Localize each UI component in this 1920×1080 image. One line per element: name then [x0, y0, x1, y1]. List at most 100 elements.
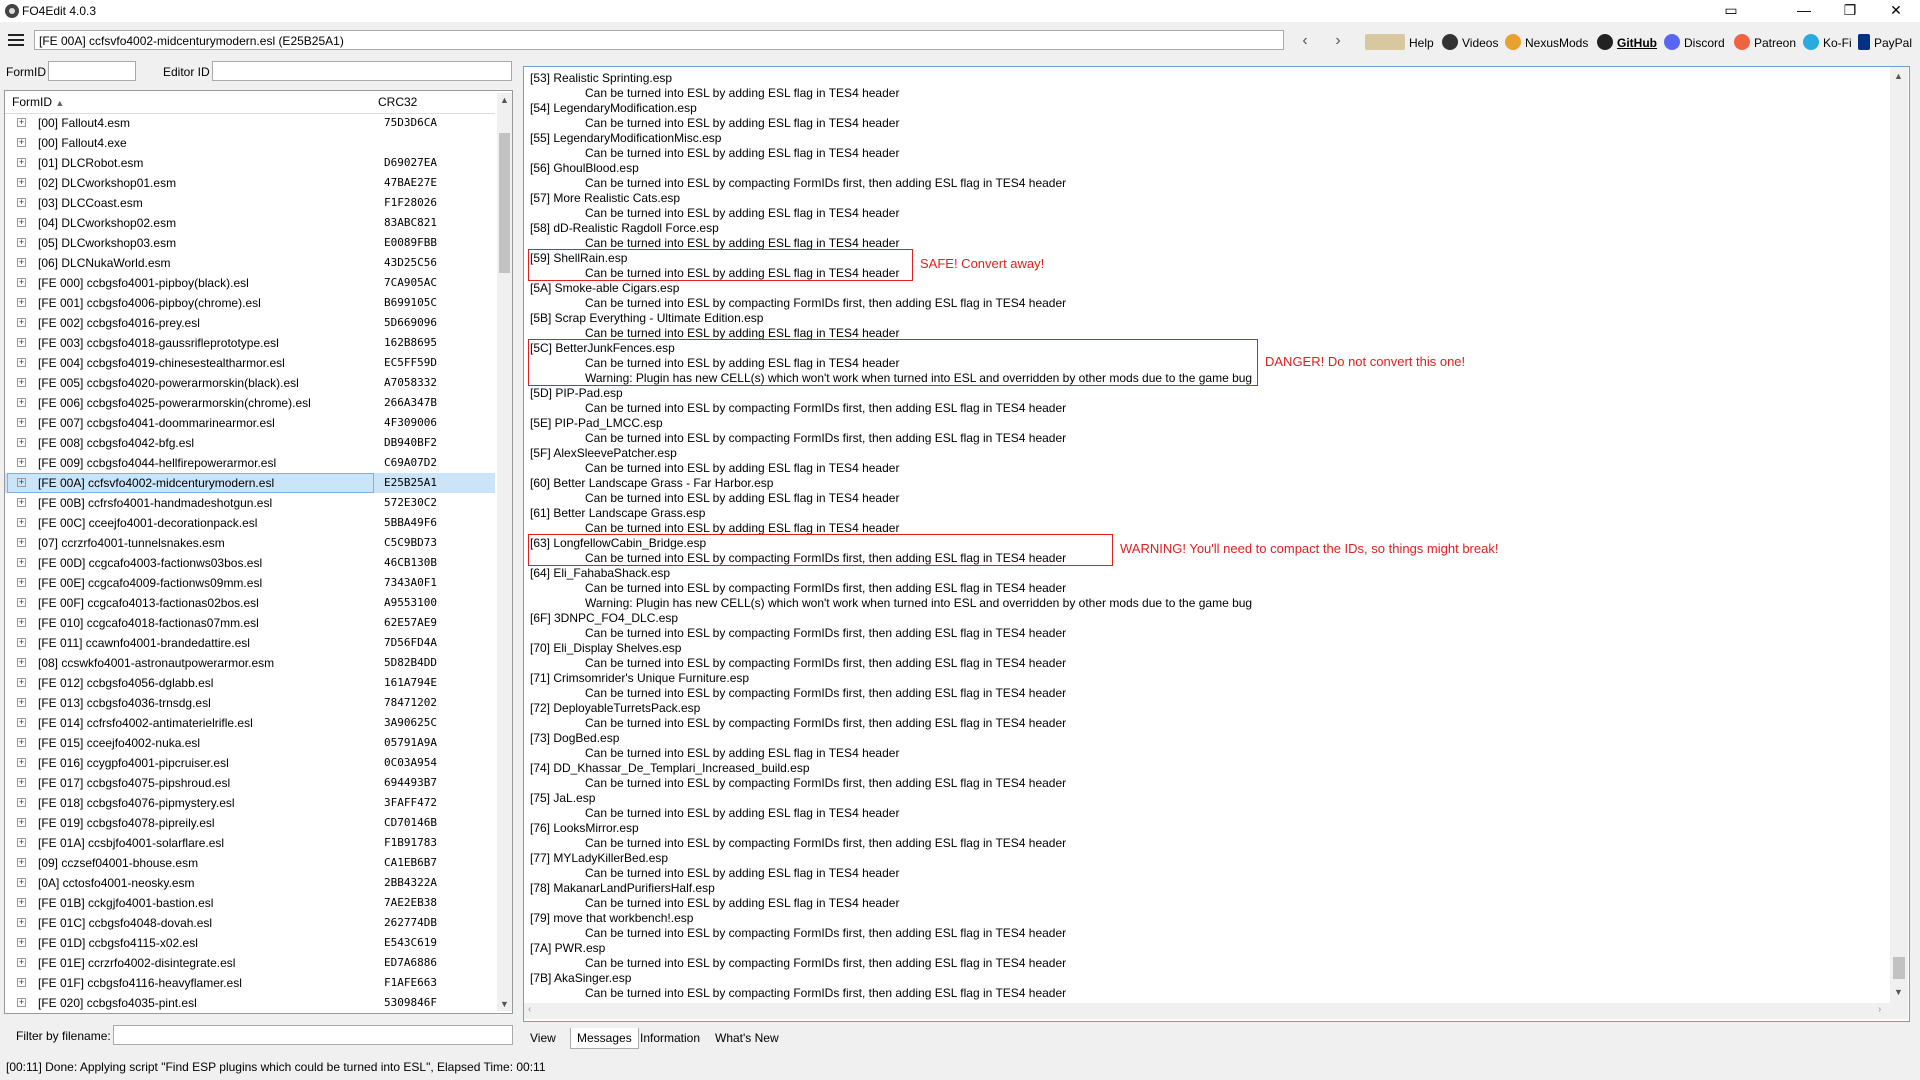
tree-row[interactable]: + [FE 001] ccbgsfo4006-pipboy(chrome).esl…	[5, 293, 495, 313]
expand-icon[interactable]: +	[17, 678, 26, 687]
expand-icon[interactable]: +	[17, 658, 26, 667]
tree-row[interactable]: + [FE 003] ccbgsfo4018-gaussrifleprototyp…	[5, 333, 495, 353]
expand-icon[interactable]: +	[17, 498, 26, 507]
scroll-right-icon[interactable]: ›	[1878, 1004, 1881, 1015]
patreon-link[interactable]: Patreon	[1734, 34, 1796, 52]
forward-arrow-icon[interactable]: ›	[1326, 30, 1350, 52]
tree-row[interactable]: + [FE 010] ccgcafo4018-factionas07mm.esl 6…	[5, 613, 495, 633]
tree-row[interactable]: + [0A] cctosfo4001-neosky.esm 2BB4322A	[5, 873, 495, 893]
paypal-link[interactable]: PayPal	[1858, 34, 1912, 52]
tree-row[interactable]: + [06] DLCNukaWorld.esm 43D25C56	[5, 253, 495, 273]
tree-row[interactable]: + [FE 011] ccawnfo4001-brandedattire.esl 7…	[5, 633, 495, 653]
tree-row[interactable]: + [FE 020] ccbgsfo4035-pint.esl 5309846F	[5, 993, 495, 1013]
messages-panel[interactable]: [53] Realistic Sprinting.esp Can be turne…	[523, 66, 1910, 1022]
tree-row[interactable]: + [FE 009] ccbgsfo4044-hellfirepowerarmor…	[5, 453, 495, 473]
expand-icon[interactable]: +	[17, 238, 26, 247]
tree-row[interactable]: + [04] DLCworkshop02.esm 83ABC821	[5, 213, 495, 233]
tree-row[interactable]: + [FE 005] ccbgsfo4020-powerarmorskin(bla…	[5, 373, 495, 393]
expand-icon[interactable]: +	[17, 358, 26, 367]
tree-row[interactable]: + [02] DLCworkshop01.esm 47BAE27E	[5, 173, 495, 193]
scroll-up-icon[interactable]: ▲	[500, 95, 509, 105]
expand-icon[interactable]: +	[17, 758, 26, 767]
formid-column-header[interactable]: FormID ▲	[12, 95, 64, 109]
tree-row[interactable]: + [FE 00F] ccgcafo4013-factionas02bos.esl…	[5, 593, 495, 613]
tree-row[interactable]: + [FE 017] ccbgsfo4075-pipshroud.esl 69449…	[5, 773, 495, 793]
expand-icon[interactable]: +	[17, 698, 26, 707]
editorid-input[interactable]	[212, 61, 512, 81]
filename-filter-input[interactable]	[113, 1025, 513, 1045]
expand-icon[interactable]: +	[17, 878, 26, 887]
tree-row[interactable]: + [FE 00B] ccfrsfo4001-handmadeshotgun.es…	[5, 493, 495, 513]
record-path-field[interactable]: [FE 00A] ccfsvfo4002-midcenturymodern.es…	[34, 30, 1284, 50]
scroll-down-icon[interactable]: ▼	[1894, 987, 1903, 997]
scroll-left-icon[interactable]: ‹	[528, 1004, 531, 1015]
tree-row[interactable]: + [00] Fallout4.esm 75D3D6CA	[5, 113, 495, 133]
tree-row[interactable]: + [05] DLCworkshop03.esm E0089FBB	[5, 233, 495, 253]
messages-scrollbar[interactable]: ▲ ▼	[1890, 67, 1908, 1019]
github-link[interactable]: GitHub	[1597, 34, 1657, 52]
tab-whats-new[interactable]: What's New	[709, 1028, 785, 1048]
tree-row[interactable]: + [FE 012] ccbgsfo4056-dglabb.esl 161A794E	[5, 673, 495, 693]
tree-row[interactable]: + [09] cczsef04001-bhouse.esm CA1EB6B7	[5, 853, 495, 873]
expand-icon[interactable]: +	[17, 798, 26, 807]
expand-icon[interactable]: +	[17, 638, 26, 647]
expand-icon[interactable]: +	[17, 978, 26, 987]
expand-icon[interactable]: +	[17, 318, 26, 327]
expand-icon[interactable]: +	[17, 138, 26, 147]
tree-row[interactable]: + [FE 016] ccygpfo4001-pipcruiser.esl 0C03…	[5, 753, 495, 773]
messages-scroll-thumb[interactable]	[1893, 957, 1905, 979]
expand-icon[interactable]: +	[17, 778, 26, 787]
minimize-button[interactable]: —	[1781, 0, 1827, 22]
expand-icon[interactable]: +	[17, 858, 26, 867]
expand-icon[interactable]: +	[17, 958, 26, 967]
tree-row[interactable]: + [07] ccrzrfo4001-tunnelsnakes.esm C5C9BD…	[5, 533, 495, 553]
expand-icon[interactable]: +	[17, 218, 26, 227]
expand-icon[interactable]: +	[17, 598, 26, 607]
expand-icon[interactable]: +	[17, 158, 26, 167]
tree-row[interactable]: + [01] DLCRobot.esm D69027EA	[5, 153, 495, 173]
restore-layout-icon[interactable]: ▭	[1708, 0, 1754, 22]
tree-row[interactable]: + [FE 00A] ccfsvfo4002-midcenturymodern.e…	[5, 473, 495, 493]
help-link[interactable]: Help	[1365, 34, 1434, 52]
close-button[interactable]: ✕	[1873, 0, 1919, 22]
tree-row[interactable]: + [08] ccswkfo4001-astronautpowerarmor.es…	[5, 653, 495, 673]
scroll-up-icon[interactable]: ▲	[1894, 71, 1903, 81]
tree-row[interactable]: + [FE 008] ccbgsfo4042-bfg.esl DB940BF2	[5, 433, 495, 453]
tree-row[interactable]: + [FE 018] ccbgsfo4076-pipmystery.esl 3FAF…	[5, 793, 495, 813]
expand-icon[interactable]: +	[17, 918, 26, 927]
expand-icon[interactable]: +	[17, 298, 26, 307]
tree-scrollbar[interactable]: ▲ ▼	[497, 93, 512, 1011]
expand-icon[interactable]: +	[17, 618, 26, 627]
tree-row[interactable]: + [FE 00E] ccgcafo4009-factionws09mm.esl 7…	[5, 573, 495, 593]
expand-icon[interactable]: +	[17, 178, 26, 187]
expand-icon[interactable]: +	[17, 518, 26, 527]
tree-row[interactable]: + [FE 00C] cceejfo4001-decorationpack.esl…	[5, 513, 495, 533]
formid-input[interactable]	[48, 61, 136, 81]
tree-row[interactable]: + [FE 01A] ccsbjfo4001-solarflare.esl F1B9…	[5, 833, 495, 853]
tree-row[interactable]: + [FE 007] ccbgsfo4041-doommarinearmor.es…	[5, 413, 495, 433]
tree-row[interactable]: + [FE 01F] ccbgsfo4116-heavyflamer.esl F1A…	[5, 973, 495, 993]
expand-icon[interactable]: +	[17, 398, 26, 407]
expand-icon[interactable]: +	[17, 478, 26, 487]
tree-row[interactable]: + [FE 01C] ccbgsfo4048-dovah.esl 262774DB	[5, 913, 495, 933]
expand-icon[interactable]: +	[17, 538, 26, 547]
tree-row[interactable]: + [FE 013] ccbgsfo4036-trnsdg.esl 78471202	[5, 693, 495, 713]
nexusmods-link[interactable]: NexusMods	[1505, 34, 1588, 52]
expand-icon[interactable]: +	[17, 838, 26, 847]
tree-row[interactable]: + [FE 01E] ccrzrfo4002-disintegrate.esl ED…	[5, 953, 495, 973]
back-arrow-icon[interactable]: ‹	[1293, 30, 1317, 52]
tree-row[interactable]: + [FE 002] ccbgsfo4016-prey.esl 5D669096	[5, 313, 495, 333]
tree-row[interactable]: + [FE 019] ccbgsfo4078-pipreily.esl CD7014…	[5, 813, 495, 833]
expand-icon[interactable]: +	[17, 378, 26, 387]
tab-messages[interactable]: Messages	[570, 1028, 639, 1049]
expand-icon[interactable]: +	[17, 438, 26, 447]
tree-row[interactable]: + [FE 01D] ccbgsfo4115-x02.esl E543C619	[5, 933, 495, 953]
tree-row[interactable]: + [00] Fallout4.exe	[5, 133, 495, 153]
expand-icon[interactable]: +	[17, 898, 26, 907]
discord-link[interactable]: Discord	[1664, 34, 1725, 52]
menu-icon[interactable]	[8, 34, 24, 48]
messages-horizontal-scrollbar[interactable]: ‹ ›	[524, 1003, 1890, 1019]
tab-information[interactable]: Information	[634, 1028, 706, 1048]
tree-row[interactable]: + [03] DLCCoast.esm F1F28026	[5, 193, 495, 213]
videos-link[interactable]: Videos	[1442, 34, 1498, 52]
